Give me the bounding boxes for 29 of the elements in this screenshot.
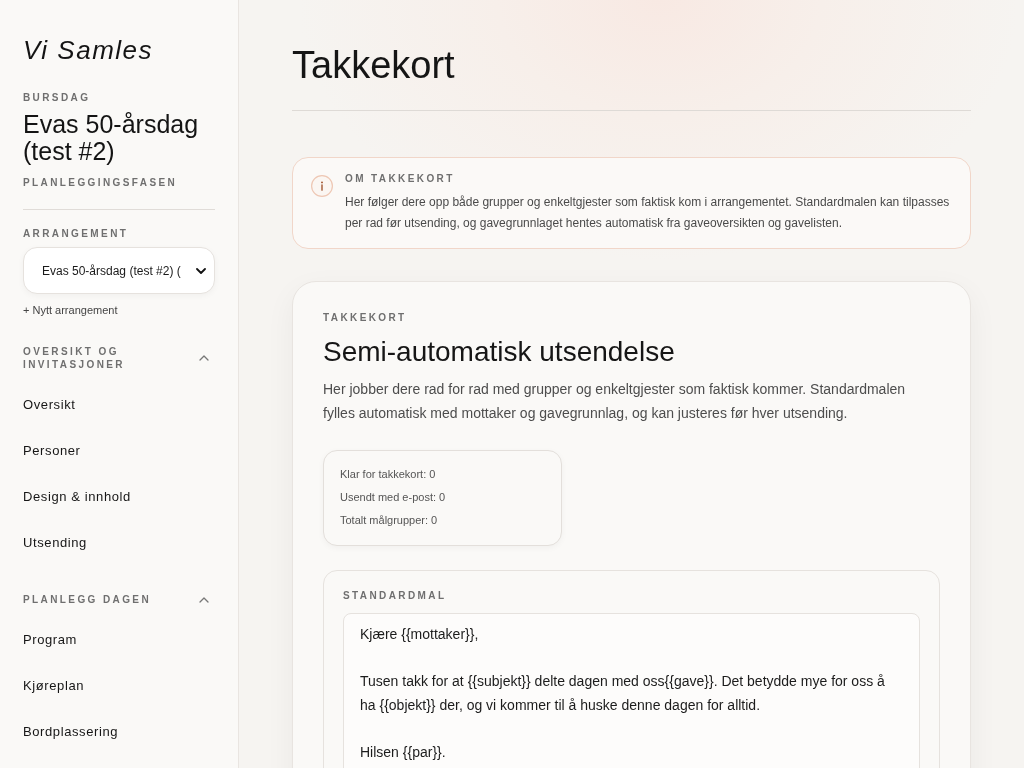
event-picker-label: ARRANGEMENT: [23, 227, 130, 241]
event-phase: PLANLEGGINGSFASEN: [23, 176, 179, 190]
info-text: Her følger dere opp både grupper og enkeltgjester som faktisk kom i arrangementet. Standardmalen kan tilpasses per rad før utsending, og gavegrunnlaget hentes automatisk fra gaveoversikten og gavelisten.: [345, 194, 951, 232]
nav-item[interactable]: Oversikt: [23, 396, 76, 412]
nav-item[interactable]: Design & innhold: [23, 488, 131, 504]
template-label: STANDARDMAL: [343, 589, 448, 603]
stat-line: Klar for takkekort: 0: [340, 467, 437, 482]
nav-item[interactable]: Utsending: [23, 534, 87, 550]
event-type: BURSDAG: [23, 91, 92, 105]
event-name: Evas 50-årsdag (test #2): [23, 111, 200, 165]
nav-item[interactable]: Program: [23, 631, 78, 647]
card-eyebrow: TAKKEKORT: [323, 311, 408, 325]
card-title: Semi-automatisk utsendelse: [323, 335, 676, 369]
info-icon: [311, 175, 333, 197]
template-textarea[interactable]: Kjære {{mottaker}}, Tusen takk for at {{subjekt}} delte dagen med oss{{gave}}. Det betydde mye for oss å ha {{objekt}} der, og vi kommer til å huske denne dagen for alltid. Hilsen {{par}}.: [343, 613, 920, 768]
nav-item[interactable]: Kjøreplan: [23, 677, 85, 693]
stat-line: Usendt med e-post: 0: [340, 490, 447, 505]
stat-line: Totalt målgrupper: 0: [340, 513, 439, 528]
card-description: Her jobber dere rad for rad med grupper og enkeltgjester som faktisk kommer. Standardmalen fylles automatisk med mottaker og gavegrunnlag, og kan justeres før hver utsending.: [323, 380, 907, 423]
event-select[interactable]: Evas 50-årsdag (test #2) (: [23, 247, 215, 294]
app-logo[interactable]: Vi Samles: [23, 34, 215, 66]
info-title: OM TAKKEKORT: [345, 172, 456, 186]
nav-item[interactable]: Personer: [23, 442, 81, 458]
page-title: Takkekort: [292, 43, 455, 88]
new-event-link[interactable]: + Nytt arrangement: [23, 303, 118, 317]
section-header[interactable]: PLANLEGG DAGEN: [23, 593, 215, 606]
section-header[interactable]: OVERSIKT OG INVITASJONER: [23, 345, 215, 371]
chevron-down-icon: [196, 267, 206, 274]
nav-item[interactable]: Bordplassering: [23, 723, 119, 739]
